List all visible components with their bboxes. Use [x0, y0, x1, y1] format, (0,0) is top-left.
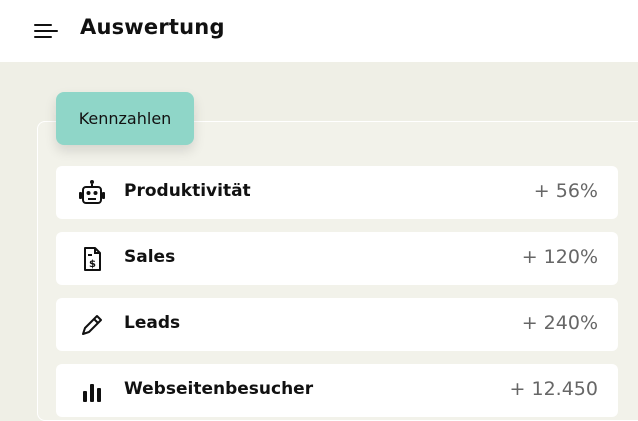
- invoice-dollar-icon: $: [84, 247, 101, 271]
- metric-label: Produktivität: [124, 181, 251, 201]
- metric-row-sales[interactable]: $ Sales + 120%: [56, 232, 618, 285]
- hamburger-menu-icon[interactable]: [34, 22, 60, 40]
- main-content: Kennzahlen Produktivität + 56% $ Sales +…: [0, 62, 638, 421]
- bar-chart-icon: [83, 384, 101, 402]
- metric-label: Sales: [124, 247, 176, 267]
- metric-value: + 240%: [521, 312, 598, 334]
- metric-row-leads[interactable]: Leads + 240%: [56, 298, 618, 351]
- page-title: Auswertung: [80, 15, 225, 39]
- top-bar: Auswertung: [0, 0, 638, 62]
- metric-label: Leads: [124, 313, 181, 333]
- metric-value: + 12.450: [509, 378, 598, 400]
- tab-kennzahlen[interactable]: Kennzahlen: [56, 92, 194, 145]
- pencil-icon: [82, 315, 102, 335]
- metric-row-webseitenbesucher[interactable]: Webseitenbesucher + 12.450: [56, 364, 618, 417]
- metric-value: + 120%: [521, 246, 598, 268]
- metric-row-produktivitaet[interactable]: Produktivität + 56%: [56, 166, 618, 219]
- metric-value: + 56%: [533, 180, 598, 202]
- svg-text:$: $: [89, 259, 96, 270]
- metric-label: Webseitenbesucher: [124, 379, 314, 399]
- robot-icon: [79, 180, 105, 204]
